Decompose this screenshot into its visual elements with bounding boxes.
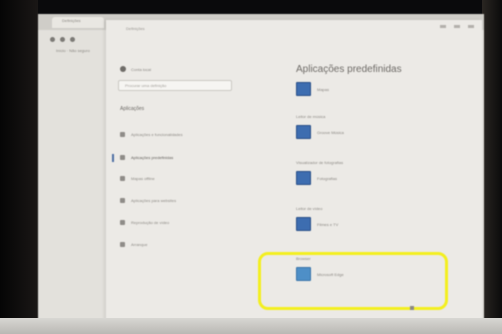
minimize-icon[interactable]: [440, 25, 446, 28]
website-icon: [120, 198, 125, 203]
refresh-icon[interactable]: [70, 37, 75, 42]
highlight-box: [258, 252, 448, 310]
map-icon: [120, 176, 125, 181]
close-icon[interactable]: [468, 25, 474, 28]
maps-app-icon: [296, 82, 311, 96]
address-bar[interactable]: Início · Não seguro: [56, 48, 90, 53]
photos-app-icon: [296, 171, 311, 185]
profile-name: Conta local: [131, 66, 152, 72]
nav-item-video-playback[interactable]: Reprodução de vídeo: [120, 220, 169, 225]
page-title: Aplicações predefinidas: [296, 64, 402, 75]
window-controls: [440, 25, 474, 28]
nav-item-offline-maps[interactable]: Mapas offline: [120, 176, 155, 181]
settings-window: Definições Conta local Procurar uma defi…: [106, 20, 482, 320]
default-app-video[interactable]: Leitor de vídeo Filmes e TV: [296, 206, 338, 231]
browser-nav-buttons: [50, 37, 75, 42]
screen-bezel-right: [482, 0, 502, 334]
search-placeholder: Procurar uma definição: [125, 83, 167, 88]
default-apps-icon: [120, 155, 125, 160]
video-icon: [120, 220, 125, 225]
section-heading: Aplicações: [120, 106, 145, 112]
nav-item-apps-features[interactable]: Aplicações e funcionalidades: [120, 132, 183, 137]
nav-item-startup[interactable]: Arranque: [120, 242, 147, 247]
account-profile[interactable]: Conta local: [120, 66, 151, 72]
maximize-icon[interactable]: [454, 25, 460, 28]
default-app-maps[interactable]: Mapas: [296, 82, 329, 96]
browser-tab-label: Definições: [62, 18, 81, 23]
screen-bezel-top: [0, 0, 502, 14]
forward-icon[interactable]: [60, 37, 65, 42]
default-app-music[interactable]: Leitor de música Groove Música: [296, 114, 344, 139]
laptop-base: [0, 318, 502, 334]
video-app-icon: [296, 217, 311, 231]
screen-bezel-left: [0, 0, 38, 334]
apps-icon: [120, 132, 125, 137]
mouse-cursor: [410, 306, 414, 310]
default-app-photos[interactable]: Visualizador de fotografias Fotografias: [296, 160, 343, 185]
active-indicator: [112, 154, 114, 162]
startup-icon: [120, 242, 125, 247]
laptop-screen: Definições Início · Não seguro Definiçõe…: [38, 14, 484, 326]
search-input[interactable]: Procurar uma definição: [118, 80, 232, 91]
music-app-icon: [296, 125, 311, 139]
window-title: Definições: [126, 26, 145, 31]
nav-item-website-apps[interactable]: Aplicações para websites: [120, 198, 176, 203]
avatar: [120, 66, 126, 72]
back-icon[interactable]: [50, 37, 55, 42]
nav-item-default-apps[interactable]: Aplicações predefinidas: [120, 155, 173, 160]
